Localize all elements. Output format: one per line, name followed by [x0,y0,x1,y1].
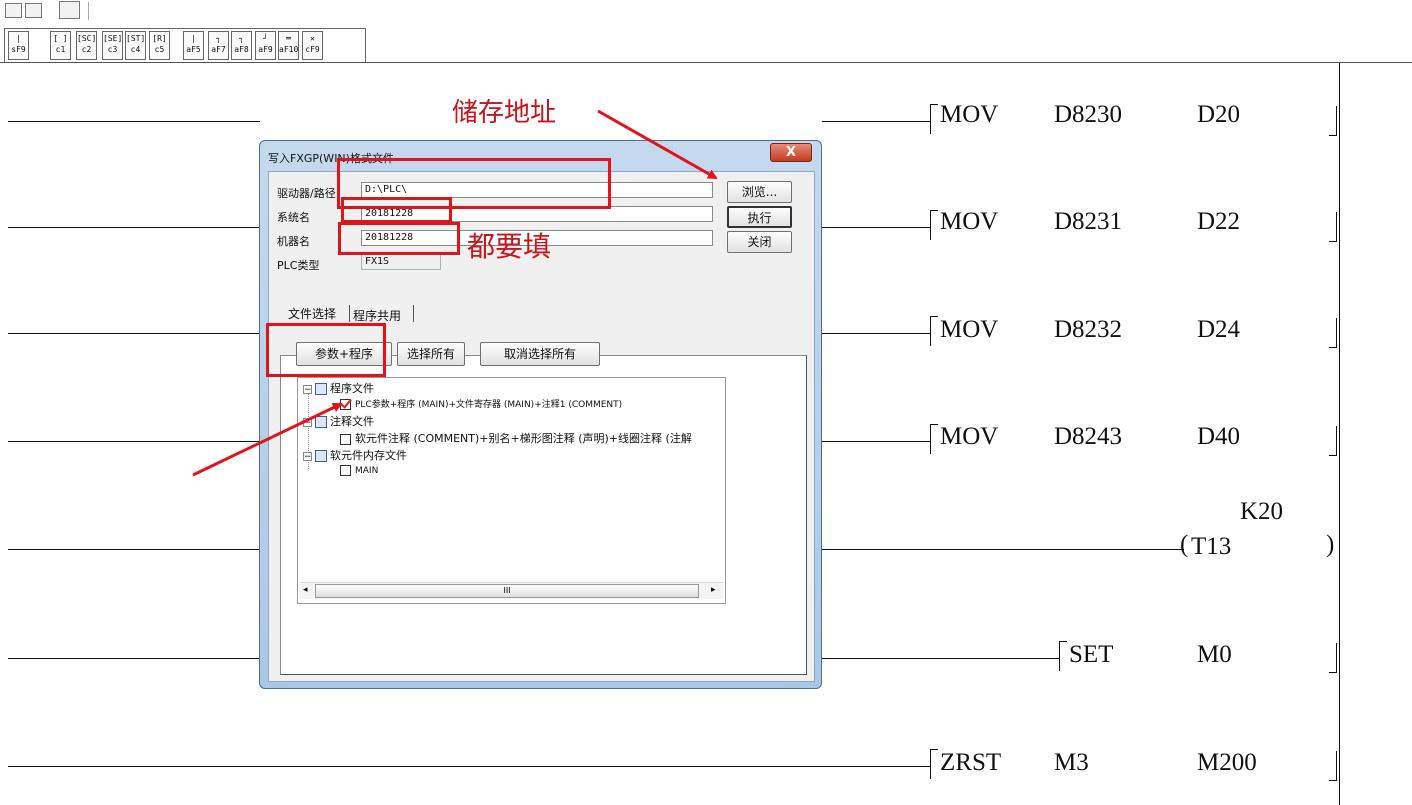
annotation-arrows [192,109,718,477]
arrow-to-checkbox [192,402,343,477]
arrow-to-browse [597,109,718,180]
